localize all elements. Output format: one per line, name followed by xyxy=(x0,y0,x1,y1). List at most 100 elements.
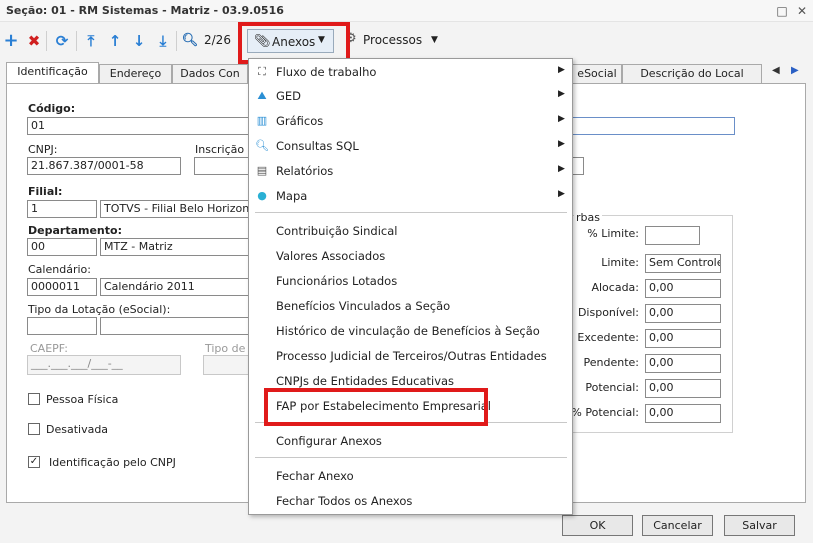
submenu-arrow-icon: ▶ xyxy=(558,164,565,174)
menu-item-fechar-anexo[interactable]: Fechar Anexo xyxy=(249,464,572,489)
menu-separator xyxy=(255,212,567,213)
tab-identificacao[interactable]: Identificação xyxy=(6,62,99,84)
verbas-group xyxy=(572,215,733,433)
filial-name-field: TOTVS - Filial Belo Horizonte xyxy=(100,200,252,218)
ok-button[interactable]: OK xyxy=(562,515,633,536)
first-record-icon[interactable]: ⤒ xyxy=(82,32,100,50)
menu-item-fechar-todos[interactable]: Fechar Todos os Anexos xyxy=(249,489,572,514)
tab-descricao-local[interactable]: Descrição do Local xyxy=(622,64,762,83)
salvar-button[interactable]: Salvar xyxy=(724,515,795,536)
descricao-field[interactable] xyxy=(572,117,735,135)
identificacao-cnpj-checkbox[interactable]: ✓ xyxy=(28,456,40,468)
pendente-field[interactable]: 0,00 xyxy=(645,354,721,373)
submenu-arrow-icon: ▶ xyxy=(558,139,565,149)
workflow-icon: ⛶ xyxy=(258,65,266,78)
verba-label: % Potencial: xyxy=(571,406,639,419)
chevron-down-icon[interactable]: ▼ xyxy=(431,35,438,45)
potencial-field[interactable]: 0,00 xyxy=(645,379,721,398)
tipo-lotacao-label: Tipo da Lotação (eSocial): xyxy=(28,303,171,316)
filial-label: Filial: xyxy=(28,185,63,198)
cnpj-label: CNPJ: xyxy=(28,143,58,156)
menu-item-valores-associados[interactable]: Valores Associados xyxy=(249,244,572,269)
codigo-field[interactable]: 01 xyxy=(27,117,252,135)
verba-label: Excedente: xyxy=(577,331,639,344)
last-record-icon[interactable]: ⤓ xyxy=(154,32,172,50)
submenu-arrow-icon: ▶ xyxy=(558,89,565,99)
menu-item-consultas-sql[interactable]: 🔍︎ Consultas SQL ▶ xyxy=(249,134,572,159)
verba-label: Disponível: xyxy=(577,306,639,319)
menu-item-relatorios[interactable]: ▤ Relatórios ▶ xyxy=(249,159,572,184)
tab-scroll-left-icon[interactable]: ◀ xyxy=(772,65,780,76)
menu-item-mapa[interactable]: ● Mapa ▶ xyxy=(249,184,572,209)
submenu-arrow-icon: ▶ xyxy=(558,65,565,75)
menu-separator xyxy=(255,457,567,458)
alocada-field[interactable]: 0,00 xyxy=(645,279,721,298)
add-icon[interactable]: + xyxy=(2,32,20,50)
previous-record-icon[interactable]: ↑ xyxy=(106,32,124,50)
caepf-field[interactable]: ___.___.___/___-__ xyxy=(27,355,181,375)
menu-item-fluxo-trabalho[interactable]: ⛶ Fluxo de trabalho ▶ xyxy=(249,60,572,85)
cnpj-field[interactable]: 21.867.387/0001-58 xyxy=(27,157,181,175)
menu-item-graficos[interactable]: ▥ Gráficos ▶ xyxy=(249,109,572,134)
menu-item-processo-judicial[interactable]: Processo Judicial de Terceiros/Outras En… xyxy=(249,344,572,369)
menu-item-historico-vinculacao[interactable]: Histórico de vinculação de Benefícios à … xyxy=(249,319,572,344)
record-position: 2/26 xyxy=(204,33,231,47)
verba-label: Potencial: xyxy=(585,381,639,394)
search-icon: 🔍︎ xyxy=(255,139,269,152)
calendario-label: Calendário: xyxy=(28,263,91,276)
cancelar-button[interactable]: Cancelar xyxy=(642,515,713,536)
tab-esocial[interactable]: eSocial xyxy=(572,64,622,83)
fap-highlight-box xyxy=(264,388,488,426)
percent-limite-field[interactable] xyxy=(645,226,700,245)
inscricao-label: Inscrição E xyxy=(195,143,255,156)
processos-button[interactable]: Processos xyxy=(363,33,422,47)
menu-item-funcionarios-lotados[interactable]: Funcionários Lotados xyxy=(249,269,572,294)
calendario-code-field[interactable]: 0000011 xyxy=(27,278,97,296)
departamento-code-field[interactable]: 00 xyxy=(27,238,97,256)
percent-potencial-field[interactable]: 0,00 xyxy=(645,404,721,423)
verba-label: % Limite: xyxy=(587,227,639,240)
chart-icon: ▥ xyxy=(256,114,268,127)
caepf-label: CAEPF: xyxy=(30,342,68,355)
delete-icon[interactable]: ✖ xyxy=(25,32,43,50)
departamento-name-field: MTZ - Matriz xyxy=(100,238,252,256)
map-pin-icon: ● xyxy=(257,189,267,202)
refresh-icon[interactable]: ⟳ xyxy=(53,32,71,50)
menu-item-ged[interactable]: ⛰ GED ▶ xyxy=(249,84,572,109)
tab-endereco[interactable]: Endereço xyxy=(99,64,172,83)
codigo-label: Código: xyxy=(28,102,76,115)
verba-label: Pendente: xyxy=(583,356,640,369)
toolbar-separator xyxy=(46,31,47,51)
desativada-checkbox[interactable] xyxy=(28,423,40,435)
toolbar-separator xyxy=(176,31,177,51)
filial-code-field[interactable]: 1 xyxy=(27,200,97,218)
tab-scroll-right-icon[interactable]: ▶ xyxy=(791,65,799,76)
next-record-icon[interactable]: ↓ xyxy=(130,32,148,50)
verbas-title: rbas xyxy=(574,211,602,224)
tipo-lotacao-code-field[interactable] xyxy=(27,317,97,335)
tipo-lotacao-name-field xyxy=(100,317,252,335)
verba-label: Alocada: xyxy=(591,281,639,294)
submenu-arrow-icon: ▶ xyxy=(558,189,565,199)
submenu-arrow-icon: ▶ xyxy=(558,114,565,124)
tipo-c-field[interactable] xyxy=(203,355,252,375)
pessoa-fisica-label: Pessoa Física xyxy=(46,393,119,406)
pessoa-fisica-checkbox[interactable] xyxy=(28,393,40,405)
menu-item-configurar-anexos[interactable]: Configurar Anexos xyxy=(249,429,572,454)
search-icon[interactable]: 🔍︎ xyxy=(181,32,199,50)
menu-item-beneficios-vinculados[interactable]: Benefícios Vinculados a Seção xyxy=(249,294,572,319)
limite-select[interactable]: Sem Controle xyxy=(645,254,721,273)
departamento-label: Departamento: xyxy=(28,224,122,237)
maximize-icon[interactable]: □ xyxy=(774,3,790,19)
disponivel-field[interactable]: 0,00 xyxy=(645,304,721,323)
toolbar-separator xyxy=(76,31,77,51)
excedente-field[interactable]: 0,00 xyxy=(645,329,721,348)
desativada-label: Desativada xyxy=(46,423,109,436)
hidden-field[interactable] xyxy=(572,157,584,175)
inscricao-field[interactable] xyxy=(194,157,252,175)
window-title: Seção: 01 - RM Sistemas - Matriz - 03.9.… xyxy=(6,4,284,17)
close-icon[interactable]: ✕ xyxy=(794,3,810,19)
menu-item-contribuicao-sindical[interactable]: Contribuição Sindical xyxy=(249,219,572,244)
ged-icon: ⛰ xyxy=(257,89,267,102)
tab-dados-con[interactable]: Dados Con xyxy=(172,64,248,83)
